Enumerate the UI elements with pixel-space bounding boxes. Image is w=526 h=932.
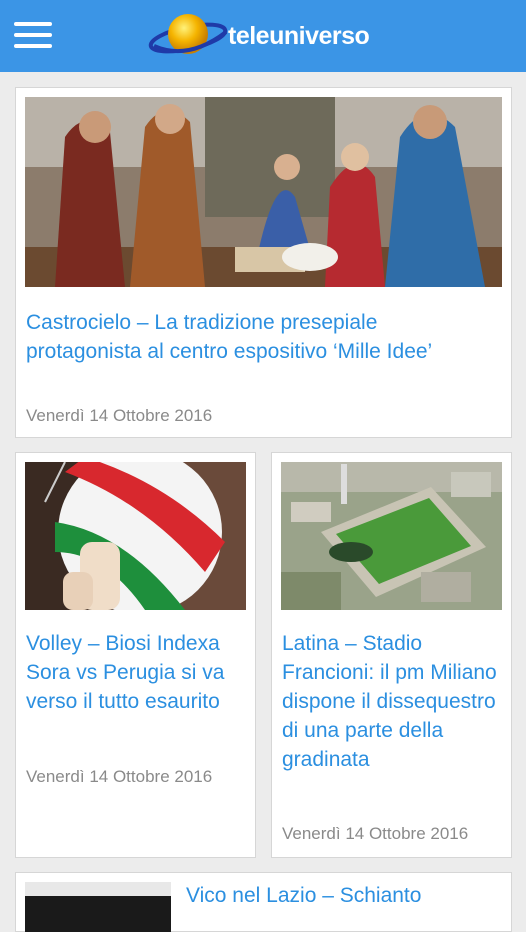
teleuniverso-logo[interactable]: teleuniverso — [148, 6, 388, 66]
top-app-bar: teleuniverso — [0, 0, 526, 72]
hamburger-menu-icon[interactable] — [14, 20, 52, 50]
article-thumbnail-stadium[interactable] — [281, 462, 502, 610]
article-date: Venerdì 14 Ottobre 2016 — [26, 406, 213, 425]
article-image — [25, 882, 171, 932]
nativity-scene-image — [25, 97, 502, 287]
article-title[interactable]: Vico nel Lazio – Schianto — [186, 881, 506, 910]
article-date: Venerdì 14 Ottobre 2016 — [282, 824, 469, 843]
article-card[interactable]: Vico nel Lazio – Schianto — [15, 872, 512, 932]
volleyball-image — [25, 462, 246, 610]
article-thumbnail[interactable] — [25, 882, 171, 932]
globe-icon — [148, 14, 228, 54]
article-title[interactable]: Volley – Biosi Indexa Sora vs Perugia si… — [26, 629, 248, 716]
article-date: Venerdì 14 Ottobre 2016 — [26, 767, 213, 786]
article-title[interactable]: Latina – Stadio Francioni: il pm Miliano… — [282, 629, 504, 774]
article-thumbnail-volleyball[interactable] — [25, 462, 246, 610]
article-card[interactable]: Volley – Biosi Indexa Sora vs Perugia si… — [15, 452, 256, 858]
article-card[interactable]: Latina – Stadio Francioni: il pm Miliano… — [271, 452, 512, 858]
logo-text: teleuniverso — [228, 22, 370, 50]
article-card[interactable]: Castrocielo – La tradizione presepiale p… — [15, 87, 512, 438]
stadium-aerial-image — [281, 462, 502, 610]
article-thumbnail-nativity[interactable] — [25, 97, 502, 287]
article-title[interactable]: Castrocielo – La tradizione presepiale p… — [26, 308, 496, 366]
